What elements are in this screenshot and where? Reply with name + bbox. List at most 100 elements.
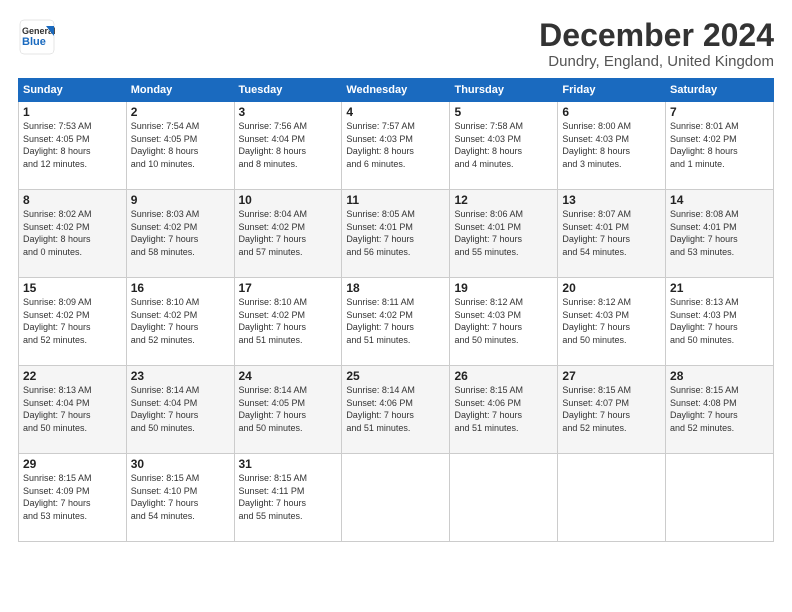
calendar-cell <box>666 454 774 542</box>
calendar-cell: 15Sunrise: 8:09 AMSunset: 4:02 PMDayligh… <box>19 278 127 366</box>
calendar-cell: 7Sunrise: 8:01 AMSunset: 4:02 PMDaylight… <box>666 102 774 190</box>
logo: General Blue <box>18 18 56 56</box>
location: Dundry, England, United Kingdom <box>539 53 774 70</box>
day-number: 16 <box>131 281 230 295</box>
calendar-cell: 21Sunrise: 8:13 AMSunset: 4:03 PMDayligh… <box>666 278 774 366</box>
calendar-cell: 14Sunrise: 8:08 AMSunset: 4:01 PMDayligh… <box>666 190 774 278</box>
day-number: 24 <box>239 369 338 383</box>
day-number: 9 <box>131 193 230 207</box>
calendar-cell: 10Sunrise: 8:04 AMSunset: 4:02 PMDayligh… <box>234 190 342 278</box>
day-info: Sunrise: 8:14 AMSunset: 4:06 PMDaylight:… <box>346 384 445 434</box>
day-number: 12 <box>454 193 553 207</box>
day-number: 10 <box>239 193 338 207</box>
calendar-cell: 12Sunrise: 8:06 AMSunset: 4:01 PMDayligh… <box>450 190 558 278</box>
calendar-cell: 2Sunrise: 7:54 AMSunset: 4:05 PMDaylight… <box>126 102 234 190</box>
day-number: 19 <box>454 281 553 295</box>
calendar-cell: 11Sunrise: 8:05 AMSunset: 4:01 PMDayligh… <box>342 190 450 278</box>
day-number: 30 <box>131 457 230 471</box>
header-monday: Monday <box>126 79 234 102</box>
calendar-cell: 29Sunrise: 8:15 AMSunset: 4:09 PMDayligh… <box>19 454 127 542</box>
header-wednesday: Wednesday <box>342 79 450 102</box>
day-number: 11 <box>346 193 445 207</box>
day-info: Sunrise: 8:03 AMSunset: 4:02 PMDaylight:… <box>131 208 230 258</box>
calendar-cell: 4Sunrise: 7:57 AMSunset: 4:03 PMDaylight… <box>342 102 450 190</box>
calendar-cell <box>450 454 558 542</box>
day-info: Sunrise: 8:00 AMSunset: 4:03 PMDaylight:… <box>562 120 661 170</box>
calendar-header-row: Sunday Monday Tuesday Wednesday Thursday… <box>19 79 774 102</box>
day-info: Sunrise: 7:56 AMSunset: 4:04 PMDaylight:… <box>239 120 338 170</box>
calendar-cell <box>342 454 450 542</box>
logo-icon: General Blue <box>18 18 56 56</box>
calendar-cell: 25Sunrise: 8:14 AMSunset: 4:06 PMDayligh… <box>342 366 450 454</box>
day-info: Sunrise: 8:15 AMSunset: 4:08 PMDaylight:… <box>670 384 769 434</box>
day-info: Sunrise: 8:15 AMSunset: 4:06 PMDaylight:… <box>454 384 553 434</box>
day-number: 13 <box>562 193 661 207</box>
calendar-cell: 22Sunrise: 8:13 AMSunset: 4:04 PMDayligh… <box>19 366 127 454</box>
calendar-cell: 30Sunrise: 8:15 AMSunset: 4:10 PMDayligh… <box>126 454 234 542</box>
calendar-cell: 6Sunrise: 8:00 AMSunset: 4:03 PMDaylight… <box>558 102 666 190</box>
calendar-cell: 27Sunrise: 8:15 AMSunset: 4:07 PMDayligh… <box>558 366 666 454</box>
day-info: Sunrise: 8:13 AMSunset: 4:03 PMDaylight:… <box>670 296 769 346</box>
day-info: Sunrise: 8:15 AMSunset: 4:11 PMDaylight:… <box>239 472 338 522</box>
day-info: Sunrise: 8:04 AMSunset: 4:02 PMDaylight:… <box>239 208 338 258</box>
day-number: 29 <box>23 457 122 471</box>
month-title: December 2024 <box>539 18 774 53</box>
page: General Blue December 2024 Dundry, Engla… <box>0 0 792 612</box>
header-friday: Friday <box>558 79 666 102</box>
calendar-week-row: 22Sunrise: 8:13 AMSunset: 4:04 PMDayligh… <box>19 366 774 454</box>
day-number: 6 <box>562 105 661 119</box>
day-info: Sunrise: 8:14 AMSunset: 4:04 PMDaylight:… <box>131 384 230 434</box>
calendar-week-row: 15Sunrise: 8:09 AMSunset: 4:02 PMDayligh… <box>19 278 774 366</box>
title-block: December 2024 Dundry, England, United Ki… <box>539 18 774 70</box>
day-number: 2 <box>131 105 230 119</box>
day-number: 4 <box>346 105 445 119</box>
calendar-week-row: 8Sunrise: 8:02 AMSunset: 4:02 PMDaylight… <box>19 190 774 278</box>
header-tuesday: Tuesday <box>234 79 342 102</box>
day-info: Sunrise: 7:54 AMSunset: 4:05 PMDaylight:… <box>131 120 230 170</box>
day-info: Sunrise: 8:11 AMSunset: 4:02 PMDaylight:… <box>346 296 445 346</box>
calendar-cell: 16Sunrise: 8:10 AMSunset: 4:02 PMDayligh… <box>126 278 234 366</box>
day-info: Sunrise: 8:08 AMSunset: 4:01 PMDaylight:… <box>670 208 769 258</box>
day-number: 21 <box>670 281 769 295</box>
calendar-cell: 19Sunrise: 8:12 AMSunset: 4:03 PMDayligh… <box>450 278 558 366</box>
day-info: Sunrise: 8:12 AMSunset: 4:03 PMDaylight:… <box>562 296 661 346</box>
day-number: 22 <box>23 369 122 383</box>
day-info: Sunrise: 8:06 AMSunset: 4:01 PMDaylight:… <box>454 208 553 258</box>
day-info: Sunrise: 8:13 AMSunset: 4:04 PMDaylight:… <box>23 384 122 434</box>
svg-text:Blue: Blue <box>22 36 46 48</box>
day-number: 23 <box>131 369 230 383</box>
day-number: 7 <box>670 105 769 119</box>
calendar-cell: 24Sunrise: 8:14 AMSunset: 4:05 PMDayligh… <box>234 366 342 454</box>
calendar-cell: 18Sunrise: 8:11 AMSunset: 4:02 PMDayligh… <box>342 278 450 366</box>
day-info: Sunrise: 8:10 AMSunset: 4:02 PMDaylight:… <box>131 296 230 346</box>
day-number: 28 <box>670 369 769 383</box>
calendar-cell: 9Sunrise: 8:03 AMSunset: 4:02 PMDaylight… <box>126 190 234 278</box>
calendar-table: Sunday Monday Tuesday Wednesday Thursday… <box>18 78 774 542</box>
calendar-cell: 5Sunrise: 7:58 AMSunset: 4:03 PMDaylight… <box>450 102 558 190</box>
day-number: 3 <box>239 105 338 119</box>
calendar-cell: 1Sunrise: 7:53 AMSunset: 4:05 PMDaylight… <box>19 102 127 190</box>
day-number: 8 <box>23 193 122 207</box>
day-info: Sunrise: 8:10 AMSunset: 4:02 PMDaylight:… <box>239 296 338 346</box>
day-number: 15 <box>23 281 122 295</box>
day-number: 26 <box>454 369 553 383</box>
day-info: Sunrise: 7:57 AMSunset: 4:03 PMDaylight:… <box>346 120 445 170</box>
day-info: Sunrise: 8:01 AMSunset: 4:02 PMDaylight:… <box>670 120 769 170</box>
calendar-cell <box>558 454 666 542</box>
calendar-cell: 31Sunrise: 8:15 AMSunset: 4:11 PMDayligh… <box>234 454 342 542</box>
calendar-cell: 28Sunrise: 8:15 AMSunset: 4:08 PMDayligh… <box>666 366 774 454</box>
day-number: 5 <box>454 105 553 119</box>
header: General Blue December 2024 Dundry, Engla… <box>18 18 774 70</box>
day-info: Sunrise: 8:15 AMSunset: 4:07 PMDaylight:… <box>562 384 661 434</box>
header-saturday: Saturday <box>666 79 774 102</box>
calendar-week-row: 1Sunrise: 7:53 AMSunset: 4:05 PMDaylight… <box>19 102 774 190</box>
day-number: 25 <box>346 369 445 383</box>
day-number: 17 <box>239 281 338 295</box>
day-number: 18 <box>346 281 445 295</box>
calendar-cell: 17Sunrise: 8:10 AMSunset: 4:02 PMDayligh… <box>234 278 342 366</box>
calendar-cell: 3Sunrise: 7:56 AMSunset: 4:04 PMDaylight… <box>234 102 342 190</box>
day-info: Sunrise: 8:15 AMSunset: 4:09 PMDaylight:… <box>23 472 122 522</box>
day-number: 20 <box>562 281 661 295</box>
header-thursday: Thursday <box>450 79 558 102</box>
day-info: Sunrise: 8:15 AMSunset: 4:10 PMDaylight:… <box>131 472 230 522</box>
